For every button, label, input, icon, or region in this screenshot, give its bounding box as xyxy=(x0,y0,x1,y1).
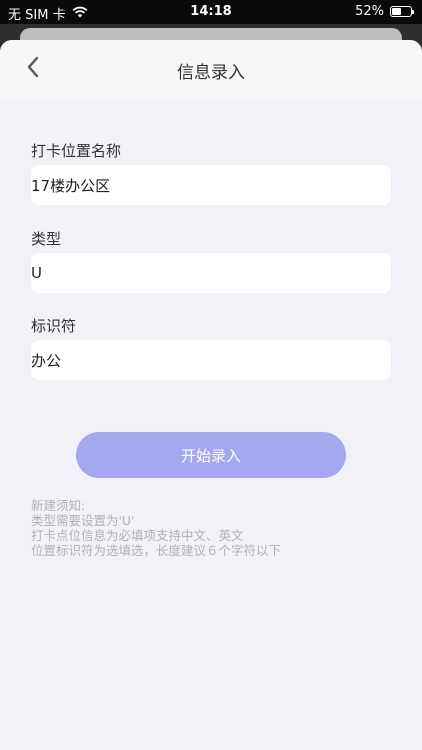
notes-line: 位置标识符为选填选，长度建议６个字符以下 xyxy=(31,543,282,558)
type-label: 类型 xyxy=(31,230,62,248)
notes-block: 新建须知: 类型需要设置为'U' 打卡点位信息为必填项支持中文、英文 位置标识符… xyxy=(31,498,281,558)
notes-line: 打卡点位信息为必填项支持中文、英文 xyxy=(31,528,244,543)
battery-icon xyxy=(390,6,414,17)
type-field[interactable] xyxy=(31,253,391,293)
location-name-field[interactable] xyxy=(31,165,391,205)
location-name-input[interactable] xyxy=(31,176,391,194)
battery-percent: 52% xyxy=(355,4,384,19)
identifier-input[interactable] xyxy=(31,351,391,369)
page-title: 信息录入 xyxy=(177,63,245,83)
notes-line: 类型需要设置为'U' xyxy=(31,513,135,528)
location-name-label: 打卡位置名称 xyxy=(31,142,122,160)
nav-bar: 信息录入 xyxy=(0,40,422,100)
modal-sheet: 信息录入 打卡位置名称 类型 标识符 开始录入 新建须知: 类型需要设置为'U'… xyxy=(0,40,422,750)
start-entry-button[interactable]: 开始录入 xyxy=(76,432,346,478)
identifier-field[interactable] xyxy=(31,340,391,380)
battery-fill xyxy=(392,8,402,15)
notes-title: 新建须知: xyxy=(31,498,86,513)
type-input[interactable] xyxy=(31,264,391,282)
status-right: 52% xyxy=(355,4,414,19)
status-bar: 无 SIM 卡 14:18 52% xyxy=(0,0,422,24)
identifier-label: 标识符 xyxy=(31,317,77,335)
